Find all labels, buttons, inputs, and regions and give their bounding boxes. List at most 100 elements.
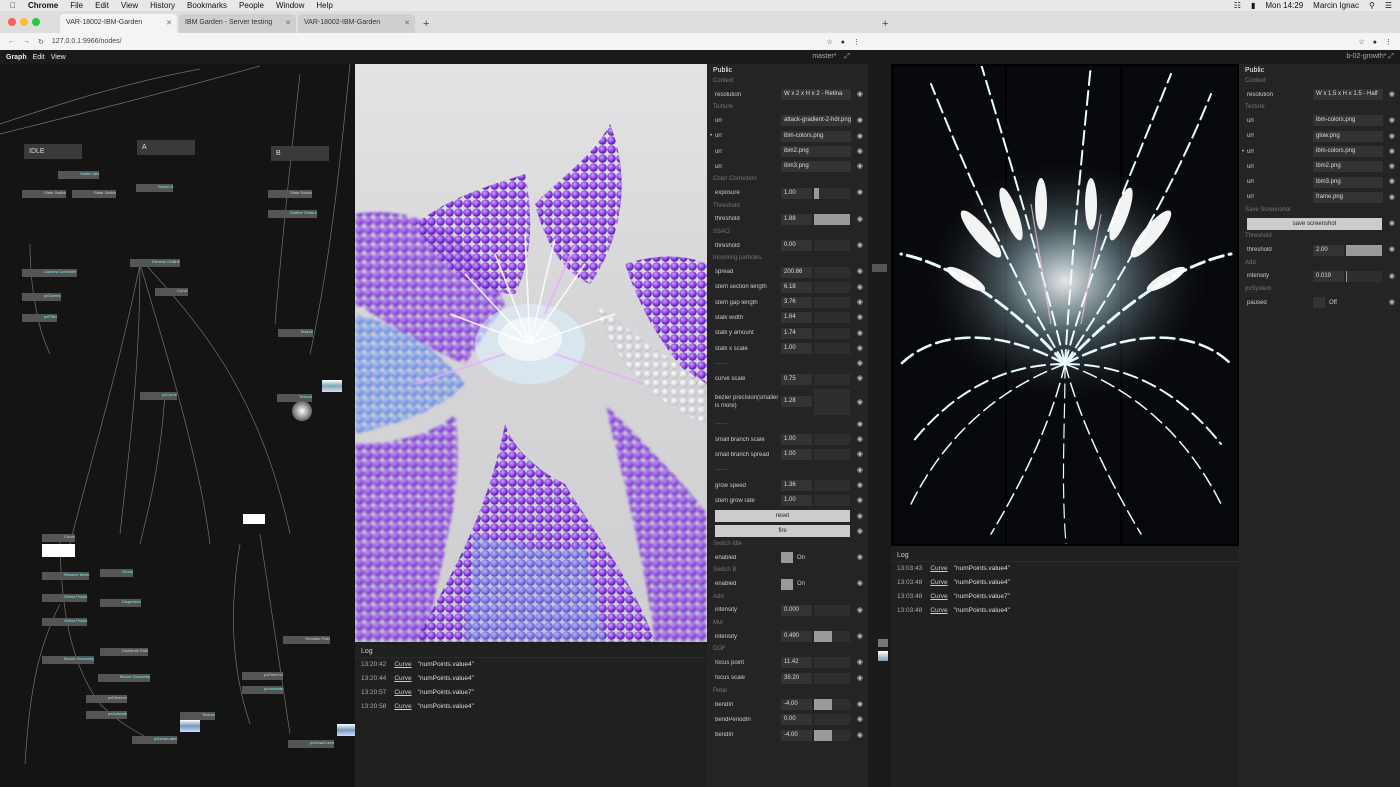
- url-input[interactable]: frame.png: [1313, 191, 1383, 203]
- intensity-slider[interactable]: [1346, 270, 1382, 282]
- eye-icon[interactable]: ◉: [857, 344, 863, 352]
- search-icon[interactable]: ⚲: [1369, 1, 1375, 10]
- eye-icon[interactable]: ◉: [1389, 272, 1395, 280]
- graph-node[interactable]: pxDrawCurve: [288, 740, 335, 748]
- menu-view[interactable]: View: [121, 1, 138, 10]
- bookmark-star-icon[interactable]: ☆: [1358, 39, 1364, 46]
- graph-node[interactable]: pxFilter: [22, 314, 58, 322]
- eye-icon[interactable]: ◉: [857, 700, 863, 708]
- url-input[interactable]: ibm2.png: [1313, 161, 1383, 173]
- eye-icon[interactable]: ◉: [857, 553, 863, 561]
- eye-icon[interactable]: ◉: [1389, 193, 1395, 201]
- eye-icon[interactable]: ◉: [857, 715, 863, 723]
- menu-app-view[interactable]: View: [51, 54, 66, 61]
- param-slider[interactable]: [814, 297, 850, 309]
- graph-node[interactable]: Distribute Path: [100, 648, 149, 656]
- param-input[interactable]: 1.28: [781, 396, 812, 408]
- eye-icon[interactable]: ◉: [857, 466, 863, 474]
- param-input[interactable]: 1.64: [781, 312, 812, 324]
- param-input[interactable]: 0.75: [781, 373, 812, 385]
- menu-window[interactable]: Window: [276, 1, 304, 10]
- eye-icon[interactable]: ◉: [857, 329, 863, 337]
- menu-chrome[interactable]: Chrome: [28, 1, 58, 10]
- param-slider[interactable]: [814, 327, 850, 339]
- url-input[interactable]: ibm3.png: [781, 161, 851, 173]
- tab-server-testing[interactable]: IBM Garden - Server testing ✕: [179, 14, 296, 33]
- eye-icon[interactable]: ◉: [1389, 298, 1395, 306]
- eye-icon[interactable]: ◉: [857, 435, 863, 443]
- graph-node[interactable]: Bloom Geometry: [98, 674, 151, 682]
- profile-icon[interactable]: ●: [1373, 39, 1377, 46]
- graph-node[interactable]: Bloom Geometry: [42, 656, 95, 664]
- new-tab-button[interactable]: +: [417, 18, 435, 33]
- eye-icon[interactable]: ◉: [1389, 116, 1395, 124]
- log-link[interactable]: Curve: [930, 593, 947, 600]
- ssao-threshold-input[interactable]: 0.00: [781, 240, 812, 252]
- url-input[interactable]: glow.png: [1313, 130, 1383, 142]
- group-b[interactable]: B: [271, 146, 329, 161]
- param-input[interactable]: 39.20: [781, 672, 812, 684]
- graph-node[interactable]: State Switch: [22, 190, 67, 198]
- fullscreen-icon[interactable]: ⤢: [844, 53, 850, 60]
- param-slider[interactable]: [814, 604, 850, 616]
- graph-node[interactable]: Texture: [278, 329, 314, 337]
- graph-node[interactable]: Dispersion: [100, 599, 141, 607]
- param-input[interactable]: 1.00: [781, 434, 812, 446]
- param-slider[interactable]: [814, 729, 850, 741]
- menu-edit[interactable]: Edit: [95, 1, 109, 10]
- url-input[interactable]: attack-gradient-2-hdr.png: [781, 115, 851, 127]
- graph-node[interactable]: pxElement: [86, 695, 127, 703]
- wifi-icon[interactable]: ☷: [1234, 1, 1241, 10]
- param-slider[interactable]: [814, 657, 850, 669]
- eye-icon[interactable]: ◉: [857, 132, 863, 140]
- param-input[interactable]: -4.00: [781, 729, 812, 741]
- graph-node[interactable]: Switch A: [136, 184, 174, 192]
- render-viewport-2[interactable]: [891, 64, 1239, 546]
- threshold-input[interactable]: 2.00: [1313, 244, 1344, 256]
- eye-icon[interactable]: ◉: [857, 731, 863, 739]
- param-slider[interactable]: [814, 672, 850, 684]
- eye-icon[interactable]: ◉: [857, 374, 863, 382]
- eye-icon[interactable]: ◉: [857, 313, 863, 321]
- graph-node[interactable]: Select Petals: [42, 594, 88, 602]
- minimize-window-button[interactable]: [20, 18, 28, 26]
- param-input[interactable]: 1.74: [781, 327, 812, 339]
- reset-button[interactable]: reset: [715, 510, 850, 523]
- eye-icon[interactable]: ◉: [857, 162, 863, 170]
- eye-icon[interactable]: ◉: [857, 496, 863, 504]
- param-input[interactable]: 0.00: [781, 714, 812, 726]
- eye-icon[interactable]: ◉: [857, 674, 863, 682]
- paused-checkbox[interactable]: [1313, 297, 1325, 309]
- bookmark-star-icon[interactable]: ☆: [826, 39, 832, 46]
- param-slider[interactable]: [814, 312, 850, 324]
- threshold-slider[interactable]: [1346, 244, 1382, 256]
- graph-node[interactable]: Outline Texture: [268, 210, 317, 218]
- enabled-checkbox[interactable]: [781, 552, 793, 564]
- eye-icon[interactable]: ◉: [857, 188, 863, 196]
- graph-node[interactable]: Generic Outline: [130, 259, 180, 267]
- graph-node[interactable]: Simulate Path: [283, 636, 330, 644]
- node-graph[interactable]: IDLE A B Switch Idle State Switch State …: [0, 64, 355, 787]
- render-viewport-1[interactable]: [355, 64, 707, 642]
- graph-node[interactable]: State Switch: [72, 190, 117, 198]
- param-slider[interactable]: [814, 343, 850, 354]
- param-input[interactable]: 1.36: [781, 480, 812, 492]
- enabled-checkbox[interactable]: [781, 578, 793, 590]
- resolution-select[interactable]: W x 2 x H x 2 - Retina: [781, 89, 851, 101]
- param-slider[interactable]: [814, 266, 850, 278]
- tab-var-garden-2[interactable]: VAR-18002-IBM-Garden ✕: [298, 14, 415, 33]
- eye-icon[interactable]: ◉: [857, 283, 863, 291]
- eye-icon[interactable]: ◉: [1389, 132, 1395, 140]
- eye-icon[interactable]: ◉: [1389, 147, 1395, 155]
- eye-icon[interactable]: ◉: [857, 420, 863, 428]
- menu-graph[interactable]: Graph: [6, 54, 27, 61]
- menu-file[interactable]: File: [70, 1, 83, 10]
- more-menu-icon[interactable]: ⋮: [853, 39, 860, 46]
- log-link[interactable]: Curve: [394, 689, 411, 696]
- log-link[interactable]: Curve: [930, 607, 947, 614]
- param-slider[interactable]: [814, 281, 850, 293]
- fire-button[interactable]: fire: [715, 525, 850, 538]
- param-slider[interactable]: [814, 699, 850, 711]
- log-link[interactable]: Curve: [930, 579, 947, 586]
- url-field[interactable]: 127.0.0.1:9966/nodes/: [52, 38, 819, 45]
